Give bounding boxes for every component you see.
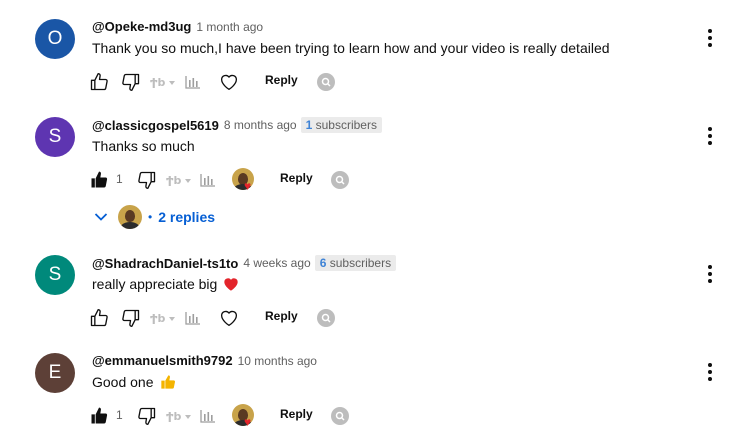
heart-button[interactable] <box>218 305 240 331</box>
more-actions-button[interactable] <box>702 124 718 148</box>
bar-chart-icon <box>185 76 200 89</box>
reply-button[interactable]: Reply <box>265 309 298 323</box>
thumb-up-outline-icon <box>90 73 108 91</box>
dislike-button[interactable] <box>136 403 158 429</box>
avatar[interactable]: E <box>35 353 75 393</box>
avatar[interactable]: S <box>35 255 75 295</box>
translate-icon: Ϯb <box>166 410 191 423</box>
reply-button[interactable]: Reply <box>280 407 313 421</box>
comment-text: Thank you so much,I have been trying to … <box>92 40 610 56</box>
extension-badge-icon[interactable] <box>331 171 349 189</box>
thumb-down-outline-icon <box>122 309 140 327</box>
like-button[interactable] <box>88 305 110 331</box>
comment-text-content: really appreciate big <box>92 276 218 292</box>
view-replies-button[interactable]: • 2 replies <box>92 202 215 232</box>
extension-badge-icon[interactable] <box>317 309 335 327</box>
thumb-down-outline-icon <box>122 73 140 92</box>
bar-chart-icon <box>200 174 215 187</box>
like-button[interactable] <box>88 69 110 95</box>
subscriber-badge: 6 subscribers <box>314 255 397 271</box>
comment-time[interactable]: 8 months ago <box>224 118 297 132</box>
more-actions-button[interactable] <box>702 360 718 384</box>
subscriber-count: 6 <box>319 256 327 270</box>
red-heart-emoji-icon <box>224 278 238 291</box>
subscriber-badge: 1 subscribers <box>300 117 382 133</box>
chevron-down-icon <box>92 208 110 226</box>
thumb-up-outline-icon <box>90 309 108 327</box>
comment-header: @emmanuelsmith9792 10 months ago <box>92 353 317 368</box>
translate-dropdown[interactable]: Ϯb <box>150 69 176 95</box>
replies-count-label: 2 replies <box>158 209 216 225</box>
comment-text: Thanks so much <box>92 138 195 154</box>
avatar[interactable]: O <box>35 19 75 59</box>
heart-button[interactable] <box>218 69 240 95</box>
extension-badge-icon[interactable] <box>317 73 335 91</box>
like-count: 1 <box>116 408 123 422</box>
thumbs-up-emoji-icon <box>160 375 175 389</box>
comment-text: Good one <box>92 374 176 390</box>
svg-text:Ϯb: Ϯb <box>150 76 166 89</box>
svg-text:Ϯb: Ϯb <box>150 312 166 325</box>
bar-chart-icon <box>200 410 215 423</box>
subscriber-label: subscribers <box>315 118 377 132</box>
comment-time[interactable]: 4 weeks ago <box>243 256 310 270</box>
svg-text:Ϯb: Ϯb <box>166 174 182 187</box>
comment-text-content: Thanks so much <box>92 138 195 154</box>
avatar[interactable]: S <box>35 117 75 157</box>
dislike-button[interactable] <box>120 69 142 95</box>
dislike-button[interactable] <box>136 167 158 193</box>
bar-chart-icon <box>185 312 200 325</box>
separator-dot: • <box>148 210 153 224</box>
more-actions-button[interactable] <box>702 26 718 50</box>
heart-outline-icon <box>220 310 238 327</box>
author-name[interactable]: @emmanuelsmith9792 <box>92 353 233 368</box>
thumb-up-filled-icon <box>91 171 108 188</box>
comment-header: @Opeke-md3ug 1 month ago <box>92 19 263 34</box>
translate-icon: Ϯb <box>150 76 175 89</box>
subscriber-count: 1 <box>305 118 313 132</box>
author-name[interactable]: @classicgospel5619 <box>92 118 219 133</box>
stats-button[interactable] <box>200 167 216 193</box>
thumb-down-outline-icon <box>138 171 156 189</box>
thumb-down-outline-icon <box>138 407 156 425</box>
creator-heart-icon[interactable]: ♥ <box>228 167 258 193</box>
more-actions-button[interactable] <box>702 262 718 286</box>
like-button[interactable] <box>88 403 110 429</box>
creator-avatar <box>118 205 142 229</box>
stats-button[interactable] <box>185 69 201 95</box>
translate-icon: Ϯb <box>166 174 191 187</box>
reply-button[interactable]: Reply <box>280 171 313 185</box>
thumb-up-filled-icon <box>91 407 108 424</box>
comment-text-content: Thank you so much,I have been trying to … <box>92 40 610 56</box>
reply-button[interactable]: Reply <box>265 73 298 87</box>
author-name[interactable]: @Opeke-md3ug <box>92 19 191 34</box>
like-button[interactable] <box>88 167 110 193</box>
translate-dropdown[interactable]: Ϯb <box>166 403 192 429</box>
stats-button[interactable] <box>200 403 216 429</box>
comment-header: @classicgospel5619 8 months ago 1 subscr… <box>92 117 382 133</box>
translate-dropdown[interactable]: Ϯb <box>150 305 176 331</box>
heart-outline-icon <box>220 74 238 91</box>
author-name[interactable]: @ShadrachDaniel-ts1to <box>92 256 238 271</box>
stats-button[interactable] <box>185 305 201 331</box>
comment-text-content: Good one <box>92 374 154 390</box>
translate-dropdown[interactable]: Ϯb <box>166 167 192 193</box>
comment-header: @ShadrachDaniel-ts1to 4 weeks ago 6 subs… <box>92 255 397 271</box>
creator-heart-icon[interactable]: ♥ <box>228 403 258 429</box>
extension-badge-icon[interactable] <box>331 407 349 425</box>
comment-text: really appreciate big <box>92 276 239 292</box>
translate-icon: Ϯb <box>150 312 175 325</box>
svg-text:Ϯb: Ϯb <box>166 410 182 423</box>
dislike-button[interactable] <box>120 305 142 331</box>
comment-time[interactable]: 10 months ago <box>238 354 317 368</box>
like-count: 1 <box>116 172 123 186</box>
subscriber-label: subscribers <box>329 256 392 270</box>
comment-time[interactable]: 1 month ago <box>196 20 263 34</box>
